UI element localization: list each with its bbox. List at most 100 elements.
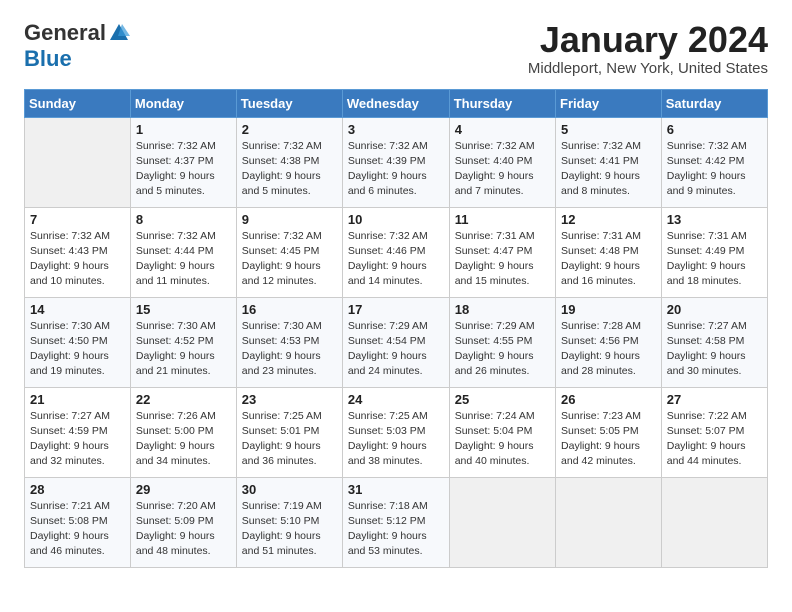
week-row-3: 14Sunrise: 7:30 AM Sunset: 4:50 PM Dayli… — [25, 297, 768, 387]
calendar-cell: 16 Sunrise: 7:30 AM Sunset: 4:53 PM Dayli… — [236, 297, 342, 387]
calendar-cell: 10 Sunrise: 7:32 AM Sunset: 4:46 PM Dayli… — [342, 207, 449, 297]
day-info: Sunrise: 7:22 AM Sunset: 5:07 PM Dayligh… — [667, 409, 762, 470]
logo: General Blue — [24, 20, 130, 72]
calendar-cell: 4Sunrise: 7:32 AM Sunset: 4:40 PM Daylig… — [449, 117, 555, 207]
title-section: January 2024 Middleport, New York, Unite… — [528, 20, 768, 77]
day-number: 8 — [136, 212, 231, 227]
day-number: 16 — [242, 302, 337, 317]
calendar-cell: 9Sunrise: 7:32 AM Sunset: 4:45 PM Daylig… — [236, 207, 342, 297]
calendar-cell: 2Sunrise: 7:32 AM Sunset: 4:38 PM Daylig… — [236, 117, 342, 207]
day-number: 18 — [455, 302, 550, 317]
calendar-cell: 24 Sunrise: 7:25 AM Sunset: 5:03 PM Dayli… — [342, 387, 449, 477]
day-info: Sunrise: 7:25 AM Sunset: 5:03 PM Dayligh… — [348, 409, 444, 470]
day-number: 22 — [136, 392, 231, 407]
calendar-cell: 25Sunrise: 7:24 AM Sunset: 5:04 PM Dayli… — [449, 387, 555, 477]
calendar-body: 1 Sunrise: 7:32 AM Sunset: 4:37 PM Daylig… — [25, 117, 768, 567]
day-info: Sunrise: 7:30 AM Sunset: 4:50 PM Dayligh… — [30, 319, 125, 380]
day-info: Sunrise: 7:32 AM Sunset: 4:39 PM Dayligh… — [348, 139, 444, 200]
header-cell-monday: Monday — [130, 89, 236, 117]
calendar-cell: 11Sunrise: 7:31 AM Sunset: 4:47 PM Dayli… — [449, 207, 555, 297]
day-number: 2 — [242, 122, 337, 137]
calendar-cell: 30 Sunrise: 7:19 AM Sunset: 5:10 PM Dayli… — [236, 477, 342, 567]
day-number: 5 — [561, 122, 656, 137]
day-info: Sunrise: 7:25 AM Sunset: 5:01 PM Dayligh… — [242, 409, 337, 470]
day-number: 6 — [667, 122, 762, 137]
calendar-cell: 1 Sunrise: 7:32 AM Sunset: 4:37 PM Daylig… — [130, 117, 236, 207]
day-info: Sunrise: 7:30 AM Sunset: 4:53 PM Dayligh… — [242, 319, 337, 380]
calendar-cell: 18 Sunrise: 7:29 AM Sunset: 4:55 PM Dayli… — [449, 297, 555, 387]
day-number: 12 — [561, 212, 656, 227]
calendar-cell — [556, 477, 662, 567]
day-number: 21 — [30, 392, 125, 407]
calendar-cell: 26 Sunrise: 7:23 AM Sunset: 5:05 PM Dayli… — [556, 387, 662, 477]
day-info: Sunrise: 7:31 AM Sunset: 4:48 PM Dayligh… — [561, 229, 656, 290]
day-info: Sunrise: 7:26 AM Sunset: 5:00 PM Dayligh… — [136, 409, 231, 470]
day-number: 31 — [348, 482, 444, 497]
calendar-cell: 22 Sunrise: 7:26 AM Sunset: 5:00 PM Dayli… — [130, 387, 236, 477]
header-cell-friday: Friday — [556, 89, 662, 117]
day-info: Sunrise: 7:32 AM Sunset: 4:46 PM Dayligh… — [348, 229, 444, 290]
day-info: Sunrise: 7:29 AM Sunset: 4:55 PM Dayligh… — [455, 319, 550, 380]
day-info: Sunrise: 7:32 AM Sunset: 4:43 PM Dayligh… — [30, 229, 125, 290]
month-title: January 2024 — [528, 20, 768, 60]
day-number: 20 — [667, 302, 762, 317]
header-cell-saturday: Saturday — [661, 89, 767, 117]
calendar-cell — [661, 477, 767, 567]
header-cell-tuesday: Tuesday — [236, 89, 342, 117]
day-number: 1 — [136, 122, 231, 137]
page-header: General Blue January 2024 Middleport, Ne… — [24, 20, 768, 77]
day-number: 17 — [348, 302, 444, 317]
week-row-2: 7 Sunrise: 7:32 AM Sunset: 4:43 PM Daylig… — [25, 207, 768, 297]
calendar-cell: 21 Sunrise: 7:27 AM Sunset: 4:59 PM Dayli… — [25, 387, 131, 477]
header-cell-sunday: Sunday — [25, 89, 131, 117]
header-cell-wednesday: Wednesday — [342, 89, 449, 117]
calendar-cell: 12 Sunrise: 7:31 AM Sunset: 4:48 PM Dayli… — [556, 207, 662, 297]
week-row-5: 28Sunrise: 7:21 AM Sunset: 5:08 PM Dayli… — [25, 477, 768, 567]
day-info: Sunrise: 7:29 AM Sunset: 4:54 PM Dayligh… — [348, 319, 444, 380]
calendar-cell: 29 Sunrise: 7:20 AM Sunset: 5:09 PM Dayli… — [130, 477, 236, 567]
day-number: 30 — [242, 482, 337, 497]
calendar-cell — [25, 117, 131, 207]
day-info: Sunrise: 7:27 AM Sunset: 4:59 PM Dayligh… — [30, 409, 125, 470]
day-info: Sunrise: 7:32 AM Sunset: 4:42 PM Dayligh… — [667, 139, 762, 200]
calendar-cell: 6 Sunrise: 7:32 AM Sunset: 4:42 PM Daylig… — [661, 117, 767, 207]
day-number: 10 — [348, 212, 444, 227]
day-number: 24 — [348, 392, 444, 407]
day-info: Sunrise: 7:31 AM Sunset: 4:47 PM Dayligh… — [455, 229, 550, 290]
day-info: Sunrise: 7:31 AM Sunset: 4:49 PM Dayligh… — [667, 229, 762, 290]
day-number: 23 — [242, 392, 337, 407]
day-number: 26 — [561, 392, 656, 407]
week-row-4: 21 Sunrise: 7:27 AM Sunset: 4:59 PM Dayli… — [25, 387, 768, 477]
calendar-cell: 13 Sunrise: 7:31 AM Sunset: 4:49 PM Dayli… — [661, 207, 767, 297]
calendar-cell: 5 Sunrise: 7:32 AM Sunset: 4:41 PM Daylig… — [556, 117, 662, 207]
calendar-header-row: SundayMondayTuesdayWednesdayThursdayFrid… — [25, 89, 768, 117]
day-info: Sunrise: 7:21 AM Sunset: 5:08 PM Dayligh… — [30, 499, 125, 560]
day-number: 25 — [455, 392, 550, 407]
day-info: Sunrise: 7:20 AM Sunset: 5:09 PM Dayligh… — [136, 499, 231, 560]
calendar-cell: 8 Sunrise: 7:32 AM Sunset: 4:44 PM Daylig… — [130, 207, 236, 297]
day-number: 3 — [348, 122, 444, 137]
day-info: Sunrise: 7:19 AM Sunset: 5:10 PM Dayligh… — [242, 499, 337, 560]
day-info: Sunrise: 7:32 AM Sunset: 4:45 PM Dayligh… — [242, 229, 337, 290]
day-number: 4 — [455, 122, 550, 137]
day-number: 13 — [667, 212, 762, 227]
calendar-table: SundayMondayTuesdayWednesdayThursdayFrid… — [24, 89, 768, 568]
day-info: Sunrise: 7:32 AM Sunset: 4:37 PM Dayligh… — [136, 139, 231, 200]
week-row-1: 1 Sunrise: 7:32 AM Sunset: 4:37 PM Daylig… — [25, 117, 768, 207]
calendar-cell: 27Sunrise: 7:22 AM Sunset: 5:07 PM Dayli… — [661, 387, 767, 477]
location-title: Middleport, New York, United States — [528, 60, 768, 77]
day-number: 7 — [30, 212, 125, 227]
calendar-cell: 28Sunrise: 7:21 AM Sunset: 5:08 PM Dayli… — [25, 477, 131, 567]
day-number: 19 — [561, 302, 656, 317]
day-info: Sunrise: 7:27 AM Sunset: 4:58 PM Dayligh… — [667, 319, 762, 380]
day-info: Sunrise: 7:30 AM Sunset: 4:52 PM Dayligh… — [136, 319, 231, 380]
calendar-cell: 23 Sunrise: 7:25 AM Sunset: 5:01 PM Dayli… — [236, 387, 342, 477]
day-info: Sunrise: 7:32 AM Sunset: 4:44 PM Dayligh… — [136, 229, 231, 290]
calendar-cell: 15Sunrise: 7:30 AM Sunset: 4:52 PM Dayli… — [130, 297, 236, 387]
day-info: Sunrise: 7:23 AM Sunset: 5:05 PM Dayligh… — [561, 409, 656, 470]
calendar-cell: 14Sunrise: 7:30 AM Sunset: 4:50 PM Dayli… — [25, 297, 131, 387]
day-number: 29 — [136, 482, 231, 497]
calendar-cell: 3 Sunrise: 7:32 AM Sunset: 4:39 PM Daylig… — [342, 117, 449, 207]
day-info: Sunrise: 7:32 AM Sunset: 4:41 PM Dayligh… — [561, 139, 656, 200]
calendar-cell: 20 Sunrise: 7:27 AM Sunset: 4:58 PM Dayli… — [661, 297, 767, 387]
